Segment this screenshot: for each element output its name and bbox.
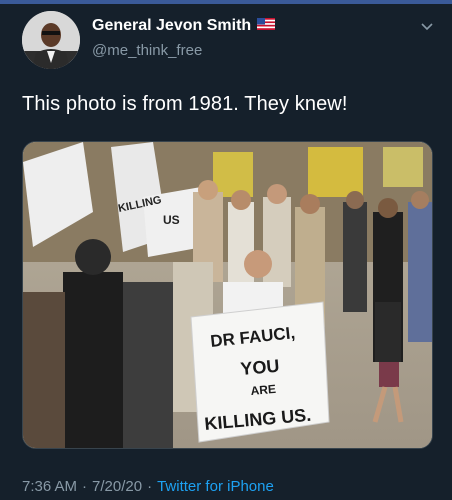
avatar-image: [22, 11, 80, 69]
tweet-date[interactable]: 7/20/20: [92, 478, 142, 495]
tweet-photo[interactable]: KILLING US DR FAUCI, YOU ARE KILLING US.: [22, 141, 433, 449]
tweet-metadata: 7:36 AM · 7/20/20 · Twitter for iPhone: [22, 478, 274, 495]
svg-text:ARE: ARE: [250, 382, 276, 398]
svg-text:YOU: YOU: [240, 356, 281, 379]
author-name[interactable]: General Jevon Smith: [92, 17, 251, 35]
tweet-source-link[interactable]: Twitter for iPhone: [157, 478, 274, 495]
author-handle[interactable]: @me_think_free: [92, 42, 202, 59]
tweet-time[interactable]: 7:36 AM: [22, 478, 77, 495]
avatar[interactable]: [22, 11, 80, 69]
author-row: General Jevon Smith: [92, 17, 276, 35]
protest-photo: KILLING US DR FAUCI, YOU ARE KILLING US.: [23, 142, 432, 448]
tweet-text: This photo is from 1981. They knew!: [22, 93, 348, 115]
separator-dot: ·: [82, 478, 88, 495]
us-flag-icon: [257, 17, 276, 35]
top-accent-bar: [0, 0, 452, 4]
chevron-down-icon[interactable]: [420, 20, 434, 34]
left-sign-text-2: US: [163, 213, 180, 227]
separator-dot-2: ·: [147, 478, 153, 495]
